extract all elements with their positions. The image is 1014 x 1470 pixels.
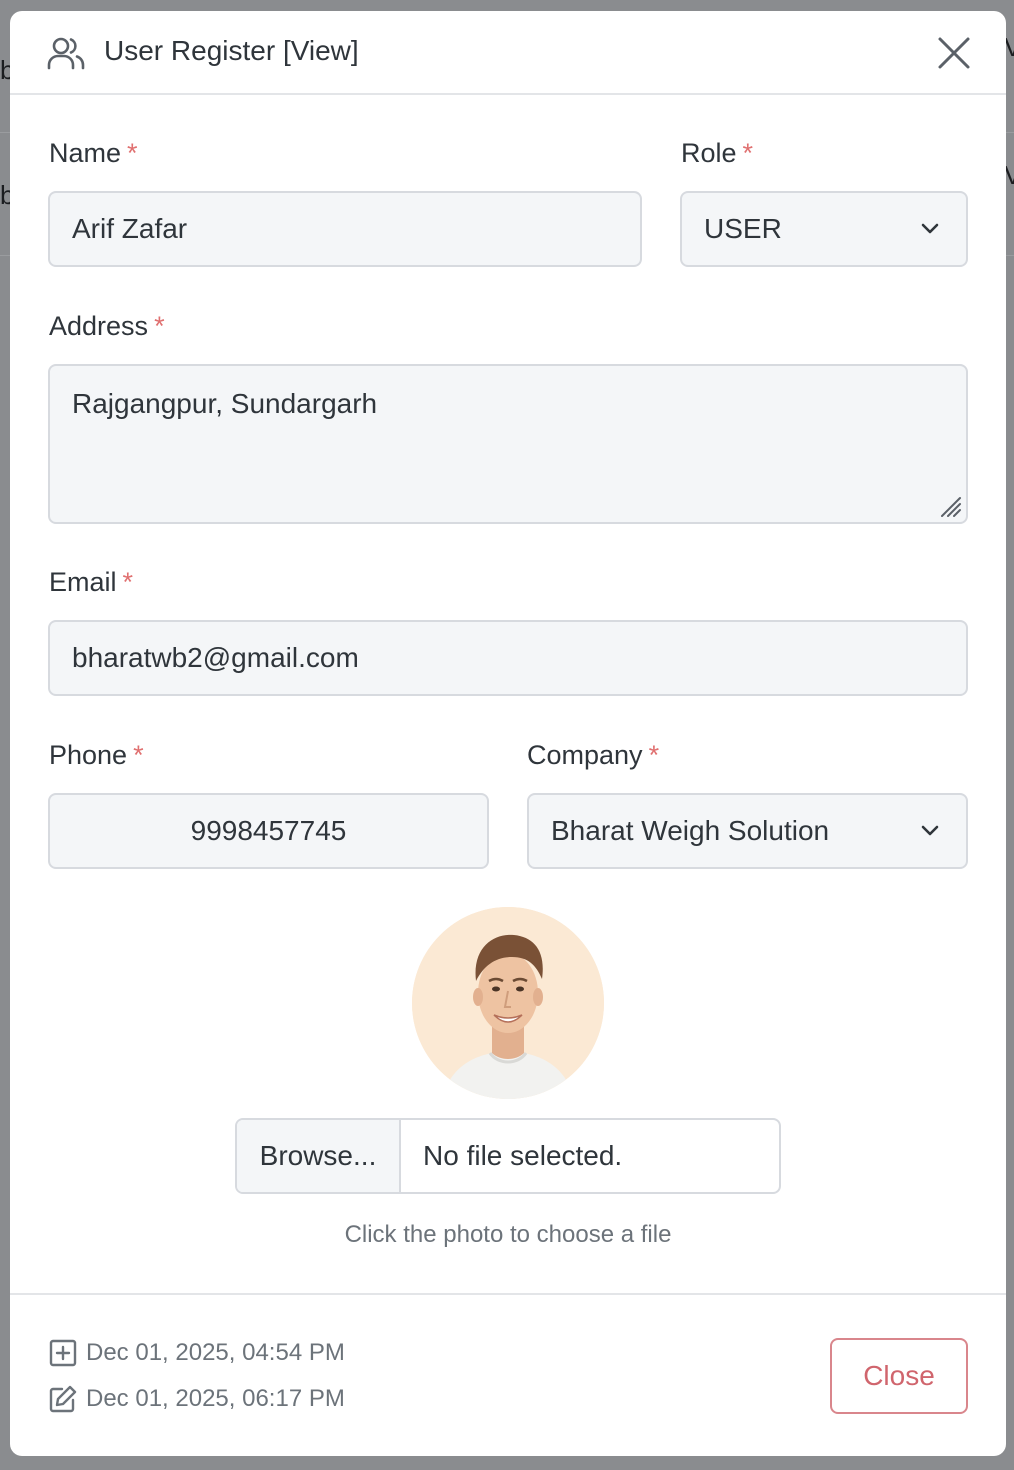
name-label: Name * [49,138,138,168]
required-marker: * [648,740,660,770]
edit-icon [49,1385,77,1413]
avatar[interactable] [412,907,604,1099]
role-label: Role * [681,138,754,168]
email-field[interactable]: bharatwb2@gmail.com [48,620,968,696]
users-icon [47,37,85,70]
name-value: Arif Zafar [72,213,188,244]
address-textarea[interactable]: Rajgangpur, Sundargarh [48,364,968,524]
name-input[interactable]: Arif Zafar [48,191,642,267]
photo-hint: Click the photo to choose a file [344,1221,672,1248]
created-value: Dec 01, 2025, 04:54 PM [86,1339,345,1366]
address-label: Address * [49,311,165,341]
required-marker: * [133,740,144,770]
chevron-down-icon [921,223,939,234]
file-status: No file selected. [423,1140,623,1171]
required-marker: * [742,138,754,168]
address-value: Rajgangpur, Sundargarh [72,388,378,419]
role-value: USER [704,213,782,244]
resize-grip-icon[interactable] [938,494,962,518]
modal-header: User Register [View] [10,11,1006,95]
close-icon[interactable] [936,35,972,71]
user-register-modal: User Register [View] Name * Arif Zafar Ro… [10,11,1006,1456]
email-value: bharatwb2@gmail.com [72,642,359,673]
close-button[interactable]: Close [830,1338,968,1414]
avatar-photo [412,907,604,1099]
updated-timestamp: Dec 01, 2025, 06:17 PM [48,1384,345,1414]
chevron-down-icon [921,825,939,836]
required-marker: * [154,311,165,341]
updated-value: Dec 01, 2025, 06:17 PM [86,1385,345,1412]
phone-label: Phone * [49,740,144,770]
phone-value: 9998457745 [190,815,347,846]
email-label: Email * [49,567,134,597]
required-marker: * [122,567,134,597]
required-marker: * [127,138,138,168]
created-timestamp: Dec 01, 2025, 04:54 PM [48,1338,345,1368]
role-select[interactable]: USER [680,191,968,267]
company-label: Company * [527,740,660,770]
company-value: Bharat Weigh Solution [551,815,830,846]
phone-input[interactable]: 9998457745 [48,793,489,869]
company-select[interactable]: Bharat Weigh Solution [527,793,968,869]
browse-button[interactable]: Browse... [237,1120,401,1192]
modal-title: User Register [View] [104,35,359,66]
plus-square-icon [49,1339,77,1367]
file-input[interactable]: Browse... No file selected. [235,1118,781,1194]
